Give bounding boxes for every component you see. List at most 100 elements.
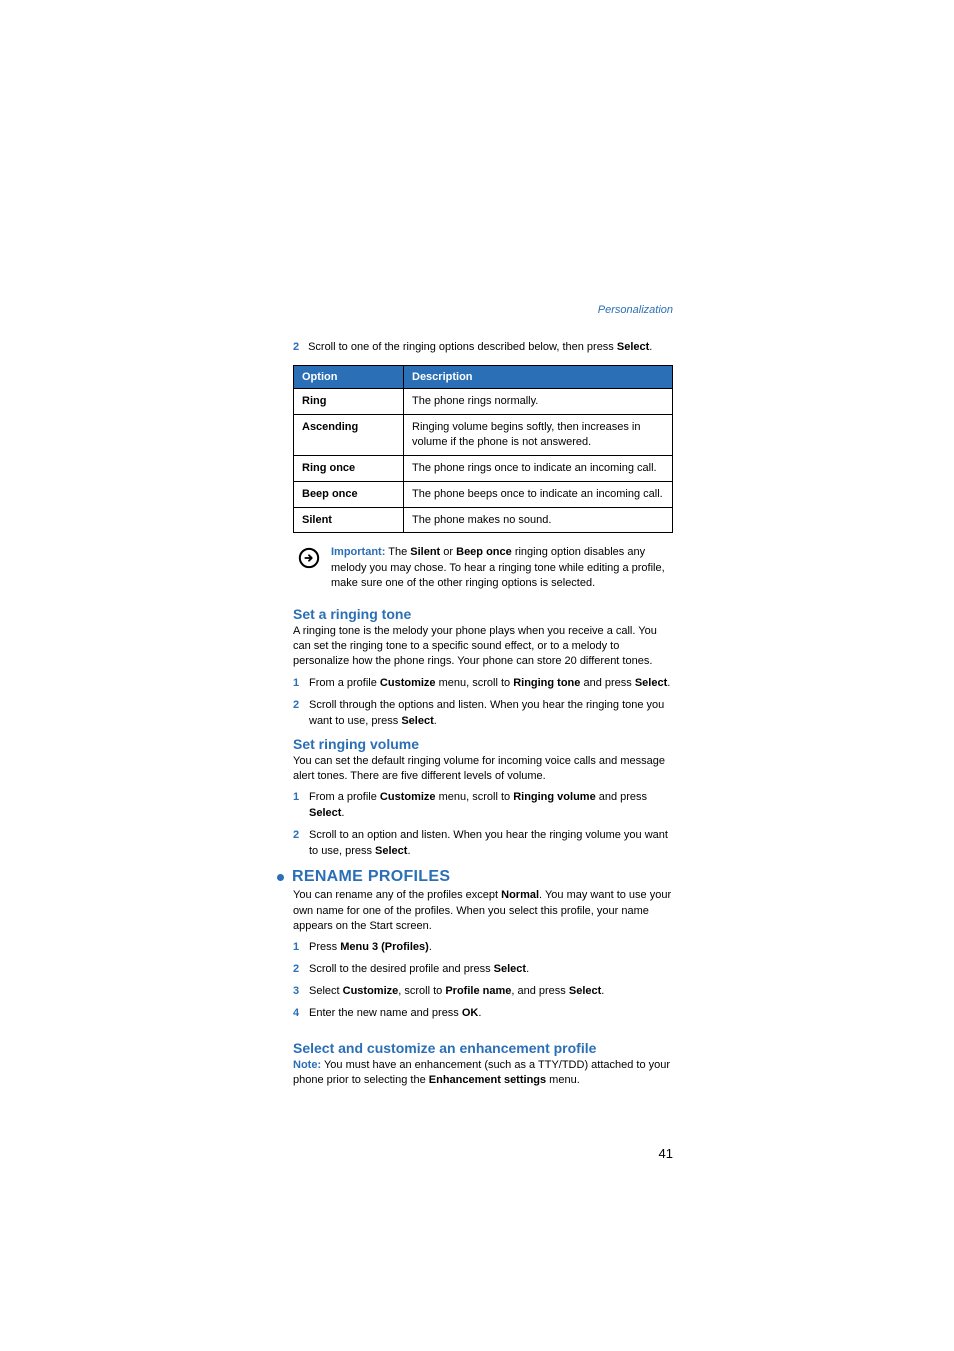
section-enhancement-profile-title: Select and customize an enhancement prof… [293, 1040, 673, 1056]
text: The [385, 546, 410, 558]
text-bold: Select [569, 985, 601, 997]
text: . [526, 963, 529, 975]
text: . [649, 341, 652, 353]
text: menu. [546, 1074, 580, 1086]
step-number: 1 [293, 676, 309, 692]
step-number: 1 [293, 790, 309, 822]
section-set-ringing-volume-title: Set ringing volume [293, 736, 673, 752]
text: . [478, 1007, 481, 1019]
list-item: 2 Scroll to an option and listen. When y… [293, 828, 673, 860]
steps-list: 1 Press Menu 3 (Profiles). 2 Scroll to t… [293, 940, 673, 1022]
list-item: 2 Scroll through the options and listen.… [293, 698, 673, 730]
text: Scroll through the options and listen. W… [309, 699, 664, 727]
text: . [429, 941, 432, 953]
table-row: Beep once The phone beeps once to indica… [294, 481, 673, 507]
text-bold: Customize [380, 677, 436, 689]
steps-list: 1 From a profile Customize menu, scroll … [293, 676, 673, 730]
text: or [440, 546, 456, 558]
text-bold: Silent [410, 546, 440, 558]
option-description: The phone beeps once to indicate an inco… [404, 481, 673, 507]
step-number: 3 [293, 984, 309, 1000]
section-body: You can rename any of the profiles excep… [293, 888, 673, 934]
section-body: A ringing tone is the melody your phone … [293, 624, 673, 670]
option-name: Silent [294, 507, 404, 533]
text-bold: Select [375, 845, 407, 857]
table-header-option: Option [294, 366, 404, 389]
list-item: 1 From a profile Customize menu, scroll … [293, 676, 673, 692]
bullet-icon [277, 874, 284, 881]
section-rename-profiles-title: RENAME PROFILES [292, 868, 450, 886]
steps-list: 1 From a profile Customize menu, scroll … [293, 790, 673, 860]
section-body: Note: You must have an enhancement (such… [293, 1058, 673, 1089]
important-label: Important: [331, 546, 385, 558]
option-name: Ascending [294, 415, 404, 456]
text-bold: Select [309, 807, 341, 819]
option-description: Ringing volume begins softly, then incre… [404, 415, 673, 456]
table-header-description: Description [404, 366, 673, 389]
step-number: 2 [293, 340, 305, 355]
text: . [667, 677, 670, 689]
text: From a profile [309, 791, 380, 803]
text: Scroll to one of the ringing options des… [308, 341, 617, 353]
text: You can rename any of the profiles excep… [293, 889, 501, 901]
section-set-ringing-tone-title: Set a ringing tone [293, 606, 673, 622]
page-section-header: Personalization [293, 304, 673, 316]
text-bold: Enhancement settings [429, 1074, 546, 1086]
list-item: 1 Press Menu 3 (Profiles). [293, 940, 673, 956]
text: . [434, 715, 437, 727]
page-number: 41 [659, 1146, 673, 1161]
intro-step: 2 Scroll to one of the ringing options d… [293, 340, 673, 355]
table-row: Ring once The phone rings once to indica… [294, 455, 673, 481]
text-bold: Select [494, 963, 526, 975]
option-description: The phone rings normally. [404, 389, 673, 415]
text: Enter the new name and press [309, 1007, 462, 1019]
text-bold: OK [462, 1007, 479, 1019]
note-label: Note: [293, 1059, 321, 1071]
text-bold: Beep once [456, 546, 512, 558]
option-name: Beep once [294, 481, 404, 507]
text-bold: Ringing volume [513, 791, 596, 803]
text: Press [309, 941, 340, 953]
text: and press [596, 791, 647, 803]
list-item: 4 Enter the new name and press OK. [293, 1006, 673, 1022]
text-bold: Select [635, 677, 667, 689]
text: . [601, 985, 604, 997]
text: menu, scroll to [436, 791, 514, 803]
option-name: Ring [294, 389, 404, 415]
ringing-options-table: Option Description Ring The phone rings … [293, 365, 673, 533]
text: menu, scroll to [436, 677, 514, 689]
text: Scroll to an option and listen. When you… [309, 829, 668, 857]
table-row: Ring The phone rings normally. [294, 389, 673, 415]
option-description: The phone rings once to indicate an inco… [404, 455, 673, 481]
text-bold: Customize [343, 985, 399, 997]
step-number: 2 [293, 698, 309, 730]
text: From a profile [309, 677, 380, 689]
text-bold: Profile name [445, 985, 511, 997]
text: , and press [511, 985, 568, 997]
option-name: Ring once [294, 455, 404, 481]
list-item: 2 Scroll to the desired profile and pres… [293, 962, 673, 978]
important-callout: Important: The Silent or Beep once ringi… [293, 545, 673, 591]
text-bold: Customize [380, 791, 436, 803]
step-number: 4 [293, 1006, 309, 1022]
text-bold: Select [401, 715, 433, 727]
section-body: You can set the default ringing volume f… [293, 754, 673, 785]
text-bold: Menu 3 (Profiles) [340, 941, 429, 953]
step-number: 1 [293, 940, 309, 956]
text: and press [580, 677, 634, 689]
important-icon [297, 545, 321, 591]
step-number: 2 [293, 828, 309, 860]
table-row: Silent The phone makes no sound. [294, 507, 673, 533]
step-number: 2 [293, 962, 309, 978]
section-rename-profiles-row: RENAME PROFILES [277, 868, 673, 886]
text-bold: Normal [501, 889, 539, 901]
list-item: 3 Select Customize, scroll to Profile na… [293, 984, 673, 1000]
text: Select [309, 985, 343, 997]
list-item: 1 From a profile Customize menu, scroll … [293, 790, 673, 822]
text: . [407, 845, 410, 857]
table-row: Ascending Ringing volume begins softly, … [294, 415, 673, 456]
text-bold: Select [617, 341, 649, 353]
text: . [341, 807, 344, 819]
option-description: The phone makes no sound. [404, 507, 673, 533]
text-bold: Ringing tone [513, 677, 580, 689]
